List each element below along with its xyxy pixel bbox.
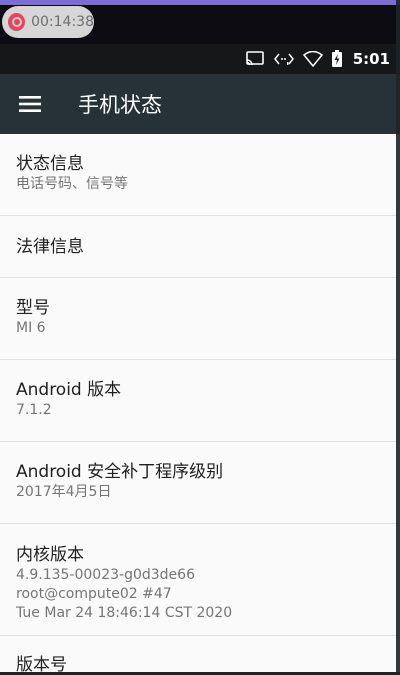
recorder-accent-line: [0, 0, 400, 5]
list-item-build-number[interactable]: 版本号: [0, 636, 400, 675]
cast-icon: [245, 51, 265, 67]
battery-icon: [331, 50, 343, 68]
app-bar: 手机状态: [0, 74, 400, 134]
item-subtitle-line: root@compute02 #47: [16, 586, 172, 602]
item-subtitle-line: 4.9.135-00023-g0d3de66: [16, 567, 195, 583]
recording-timer-pill[interactable]: 00:14:38: [2, 6, 94, 38]
record-icon: [8, 13, 26, 31]
item-subtitle-line: Tue Mar 24 18:46:14 CST 2020: [16, 605, 233, 621]
list-item-model[interactable]: 型号 MI 6: [0, 278, 400, 360]
item-title: 内核版本: [16, 545, 84, 565]
screen: 00:14:38 5:01 手机状态 状态信息 电话号码、信号等 法律信息 型号…: [0, 0, 400, 675]
list-item-kernel-version[interactable]: 内核版本 4.9.135-00023-g0d3de66 root@compute…: [0, 524, 400, 636]
hamburger-menu-icon[interactable]: [2, 74, 58, 134]
recording-time: 00:14:38: [31, 14, 94, 30]
wifi-icon: [302, 51, 323, 67]
list-item-legal-info[interactable]: 法律信息: [0, 216, 400, 278]
page-title: 手机状态: [78, 93, 162, 117]
list-item-security-patch[interactable]: Android 安全补丁程序级别 2017年4月5日: [0, 442, 400, 524]
settings-list: 状态信息 电话号码、信号等 法律信息 型号 MI 6 Android 版本 7.…: [0, 134, 400, 675]
list-item-android-version[interactable]: Android 版本 7.1.2: [0, 360, 400, 442]
item-subtitle: 7.1.2: [16, 402, 52, 418]
list-item-status-info[interactable]: 状态信息 电话号码、信号等: [0, 134, 400, 216]
screen-recorder-bar: 00:14:38: [0, 0, 400, 44]
status-bar: 5:01: [0, 44, 400, 74]
item-subtitle: 电话号码、信号等: [16, 176, 128, 192]
data-arrows-icon: [273, 52, 295, 66]
item-subtitle: 2017年4月5日: [16, 484, 112, 500]
item-title: Android 版本: [16, 380, 122, 400]
status-time: 5:01: [352, 50, 390, 68]
item-title: 法律信息: [16, 236, 84, 257]
item-title: Android 安全补丁程序级别: [16, 462, 224, 482]
item-title: 型号: [16, 298, 50, 318]
item-title: 状态信息: [16, 154, 84, 174]
screen-edge: [396, 0, 400, 675]
item-subtitle: MI 6: [16, 320, 46, 336]
